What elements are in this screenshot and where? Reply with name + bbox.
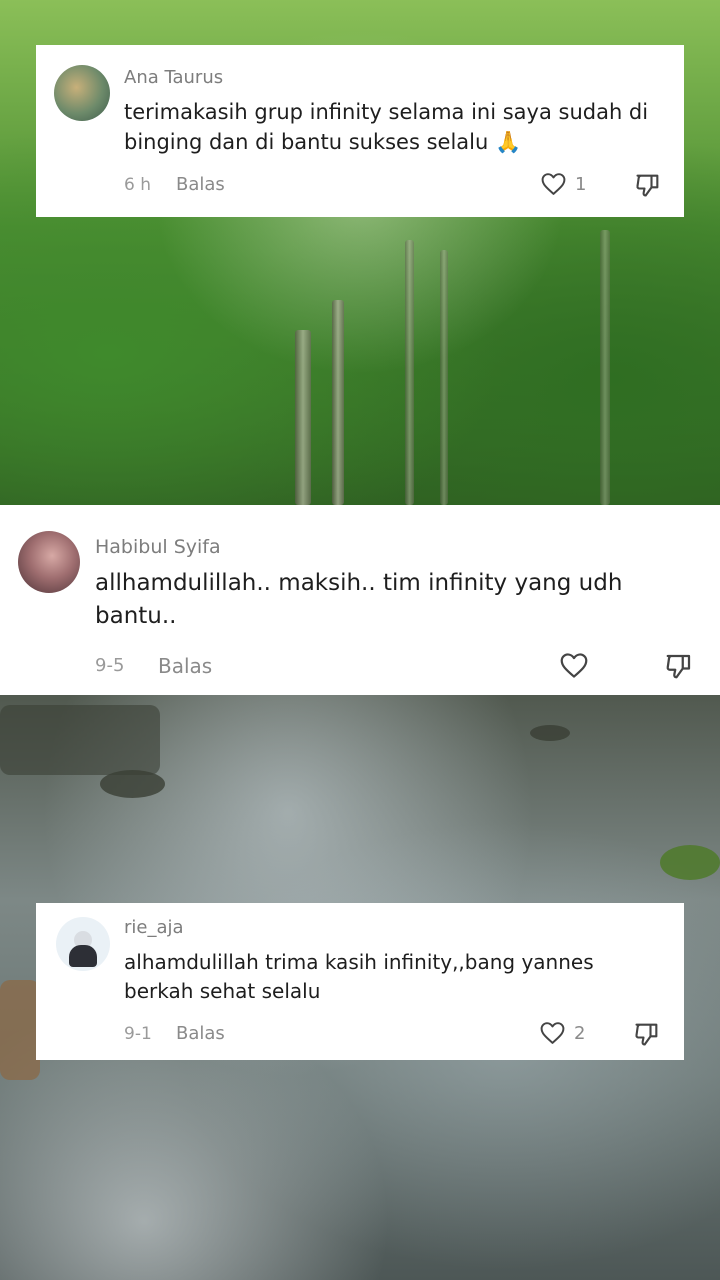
comment-time: 9-5 — [95, 655, 125, 676]
thumbs-down-icon — [633, 1020, 661, 1048]
heart-icon — [559, 652, 589, 679]
avatar[interactable] — [18, 531, 80, 593]
thumbs-down-icon — [634, 171, 662, 199]
reply-button[interactable]: Balas — [158, 654, 212, 678]
comment-username[interactable]: Habibul Syifa — [95, 536, 221, 558]
comment-card: Ana Taurus terimakasih grup infinity sel… — [36, 45, 684, 217]
heart-icon — [539, 1021, 566, 1045]
like-button[interactable]: 1 — [540, 172, 586, 196]
comment-card: Habibul Syifa allhamdulillah.. maksih.. … — [0, 505, 720, 695]
comment-time: 9-1 — [124, 1024, 152, 1044]
avatar[interactable] — [56, 917, 110, 971]
avatar[interactable] — [54, 65, 110, 121]
comment-text: allhamdulillah.. maksih.. tim infinity y… — [95, 570, 623, 630]
comment-time: 6 h — [124, 175, 151, 195]
like-button[interactable]: 2 — [539, 1021, 585, 1045]
comment-text: terimakasih grup infinity selama ini say… — [124, 100, 649, 155]
dislike-button[interactable] — [633, 1020, 661, 1048]
comment-card: rie_aja alhamdulillah trima kasih infini… — [36, 903, 684, 1060]
thumbs-down-icon — [664, 651, 694, 681]
like-count: 2 — [574, 1022, 586, 1044]
like-button[interactable] — [559, 652, 597, 679]
dislike-button[interactable] — [664, 651, 694, 681]
reply-button[interactable]: Balas — [176, 1023, 225, 1044]
reply-button[interactable]: Balas — [176, 174, 225, 195]
comment-username[interactable]: Ana Taurus — [124, 67, 223, 88]
heart-icon — [540, 172, 567, 196]
dislike-button[interactable] — [634, 171, 662, 199]
like-count: 1 — [575, 173, 587, 195]
comment-username[interactable]: rie_aja — [124, 917, 184, 938]
comment-text: alhamdulillah trima kasih infinity,,bang… — [124, 950, 594, 1003]
